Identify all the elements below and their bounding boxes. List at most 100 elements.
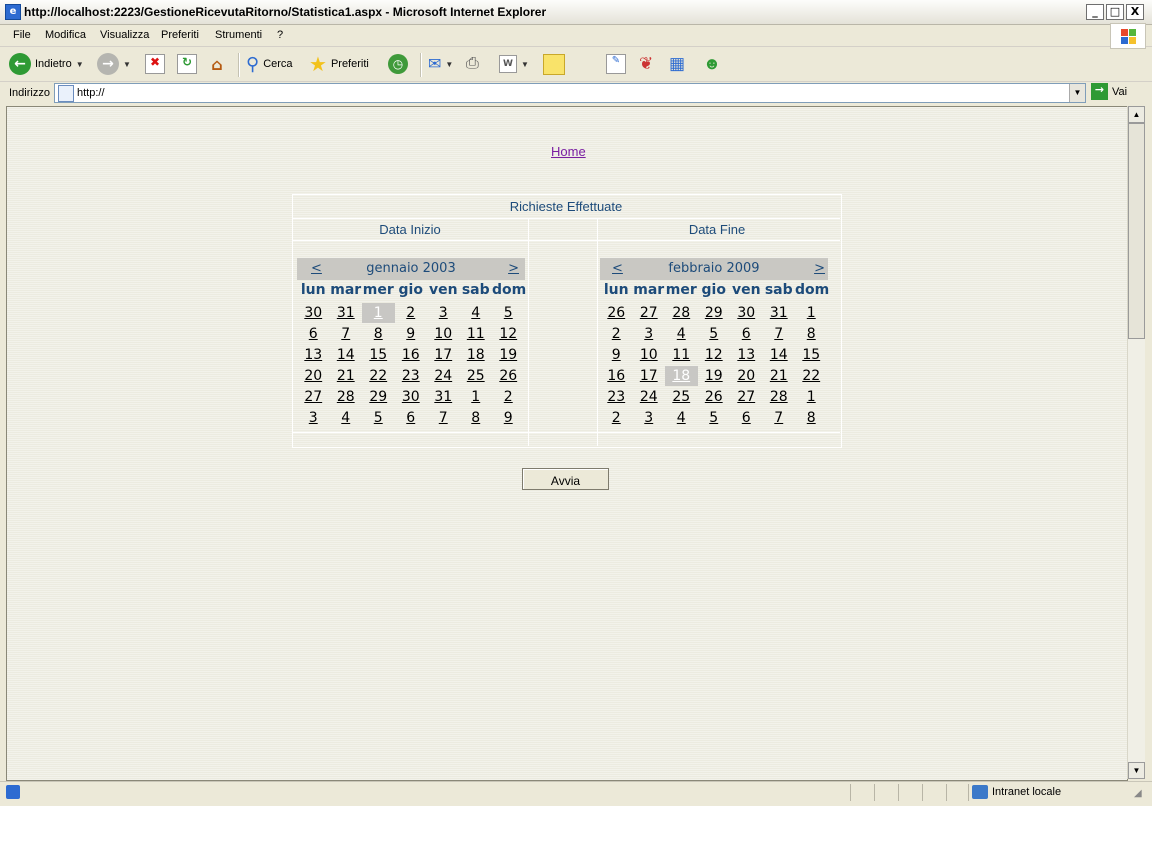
calendar-day[interactable]: 6 — [730, 408, 763, 428]
calendar-day[interactable]: 29 — [698, 303, 731, 323]
history-button[interactable]: ◷ — [388, 53, 408, 75]
calendar-day[interactable]: 30 — [730, 303, 763, 323]
calendar-day[interactable]: 3 — [633, 408, 666, 428]
menu-preferiti[interactable]: Preferiti — [161, 29, 199, 41]
address-input[interactable] — [75, 85, 1069, 101]
calendar-day[interactable]: 6 — [730, 324, 763, 344]
calendar-day[interactable]: 9 — [395, 324, 428, 344]
calendar-day[interactable]: 27 — [730, 387, 763, 407]
edit-button[interactable]: W ▼ — [499, 53, 529, 75]
discuss-button[interactable] — [543, 53, 565, 75]
refresh-button[interactable]: ↻ — [177, 53, 197, 75]
calendar-day[interactable]: 7 — [763, 408, 796, 428]
calendar-day[interactable]: 7 — [427, 408, 460, 428]
calendar-day[interactable]: 9 — [492, 408, 525, 428]
calendar-day[interactable]: 15 — [362, 345, 395, 365]
calendar-day[interactable]: 17 — [427, 345, 460, 365]
calendar-day[interactable]: 1 — [795, 303, 828, 323]
calendar-day[interactable]: 28 — [330, 387, 363, 407]
submit-button[interactable]: Avvia — [522, 468, 609, 490]
stop-button[interactable]: ✖ — [145, 53, 165, 75]
menu-modifica[interactable]: Modifica — [45, 29, 86, 41]
forward-button[interactable]: → ▼ — [97, 53, 131, 75]
home-button[interactable]: ⌂ — [207, 53, 227, 75]
calendar-day[interactable]: 1 — [362, 303, 395, 323]
calendar-day[interactable]: 4 — [460, 303, 493, 323]
calendar-day[interactable]: 12 — [698, 345, 731, 365]
calendar-day[interactable]: 3 — [427, 303, 460, 323]
calendar-day[interactable]: 31 — [763, 303, 796, 323]
calendar-day[interactable]: 3 — [633, 324, 666, 344]
calendar-day[interactable]: 5 — [698, 408, 731, 428]
address-field[interactable]: ▼ — [54, 83, 1086, 103]
calendar-day[interactable]: 12 — [492, 324, 525, 344]
favorites-button[interactable]: ★ Preferiti — [309, 53, 369, 76]
menu-file[interactable]: File — [13, 29, 31, 41]
menu-help[interactable]: ? — [277, 29, 283, 41]
calendar-day[interactable]: 24 — [427, 366, 460, 386]
calendar-day[interactable]: 30 — [297, 303, 330, 323]
mail-button[interactable]: ✉ ▼ — [428, 53, 453, 75]
calendar-day[interactable]: 31 — [330, 303, 363, 323]
calendar-day[interactable]: 6 — [297, 324, 330, 344]
calendar-day[interactable]: 17 — [633, 366, 666, 386]
calendar-day[interactable]: 11 — [665, 345, 698, 365]
calendar-day[interactable]: 26 — [492, 366, 525, 386]
close-button[interactable]: X — [1126, 4, 1144, 20]
home-link[interactable]: Home — [551, 144, 586, 159]
calendar-day[interactable]: 10 — [633, 345, 666, 365]
calendar-day[interactable]: 21 — [330, 366, 363, 386]
calendar-day[interactable]: 18 — [460, 345, 493, 365]
calendar-day[interactable]: 19 — [698, 366, 731, 386]
users-button[interactable]: ☻ — [703, 53, 721, 75]
messenger-button[interactable]: ✎ — [606, 53, 626, 75]
calendar-day[interactable]: 2 — [600, 408, 633, 428]
calendar-day[interactable]: 13 — [730, 345, 763, 365]
calendar-day[interactable]: 21 — [763, 366, 796, 386]
calendar-day[interactable]: 27 — [633, 303, 666, 323]
calendar-day[interactable]: 14 — [763, 345, 796, 365]
calendar-day[interactable]: 6 — [395, 408, 428, 428]
calendar-day[interactable]: 18 — [665, 366, 698, 386]
scroll-up-icon[interactable]: ▲ — [1128, 106, 1145, 123]
calendar-day[interactable]: 10 — [427, 324, 460, 344]
calendar-day[interactable]: 8 — [362, 324, 395, 344]
calendar-day[interactable]: 16 — [395, 345, 428, 365]
calendar-day[interactable]: 28 — [763, 387, 796, 407]
calendar-day[interactable]: 9 — [600, 345, 633, 365]
calendar-day[interactable]: 2 — [395, 303, 428, 323]
calendar-day[interactable]: 2 — [600, 324, 633, 344]
calendar-day[interactable]: 2 — [492, 387, 525, 407]
calendar-day[interactable]: 23 — [600, 387, 633, 407]
calendar-day[interactable]: 22 — [795, 366, 828, 386]
search-button[interactable]: ⚲ Cerca — [246, 53, 293, 75]
calendar-day[interactable]: 1 — [795, 387, 828, 407]
calendar-day[interactable]: 31 — [427, 387, 460, 407]
calendar-day[interactable]: 7 — [763, 324, 796, 344]
calendar-day[interactable]: 20 — [730, 366, 763, 386]
calendar-day[interactable]: 27 — [297, 387, 330, 407]
scroll-down-icon[interactable]: ▼ — [1128, 762, 1145, 779]
calendar-day[interactable]: 26 — [698, 387, 731, 407]
next-month-link[interactable]: > — [508, 261, 519, 276]
print-button[interactable]: ⎙ — [466, 53, 479, 75]
calendar-day[interactable]: 5 — [492, 303, 525, 323]
calendar-day[interactable]: 13 — [297, 345, 330, 365]
calendar-day[interactable]: 8 — [795, 408, 828, 428]
calendar-day[interactable]: 3 — [297, 408, 330, 428]
chevron-down-icon[interactable]: ▼ — [1069, 84, 1085, 102]
minimize-button[interactable]: _ — [1086, 4, 1104, 20]
resize-grip-icon[interactable]: ◢ — [1134, 788, 1142, 799]
calendar-day[interactable]: 22 — [362, 366, 395, 386]
research-button[interactable]: ❦ — [639, 53, 653, 75]
calendar-day[interactable]: 14 — [330, 345, 363, 365]
calendar-day[interactable]: 1 — [460, 387, 493, 407]
calendar-day[interactable]: 5 — [698, 324, 731, 344]
calendar-day[interactable]: 4 — [665, 408, 698, 428]
back-button[interactable]: ← Indietro ▼ — [9, 53, 84, 75]
go-button[interactable]: → Vai — [1091, 83, 1127, 100]
calendar-day[interactable]: 24 — [633, 387, 666, 407]
calendar-day[interactable]: 4 — [330, 408, 363, 428]
calendar-day[interactable]: 4 — [665, 324, 698, 344]
scroll-thumb[interactable] — [1128, 123, 1145, 339]
